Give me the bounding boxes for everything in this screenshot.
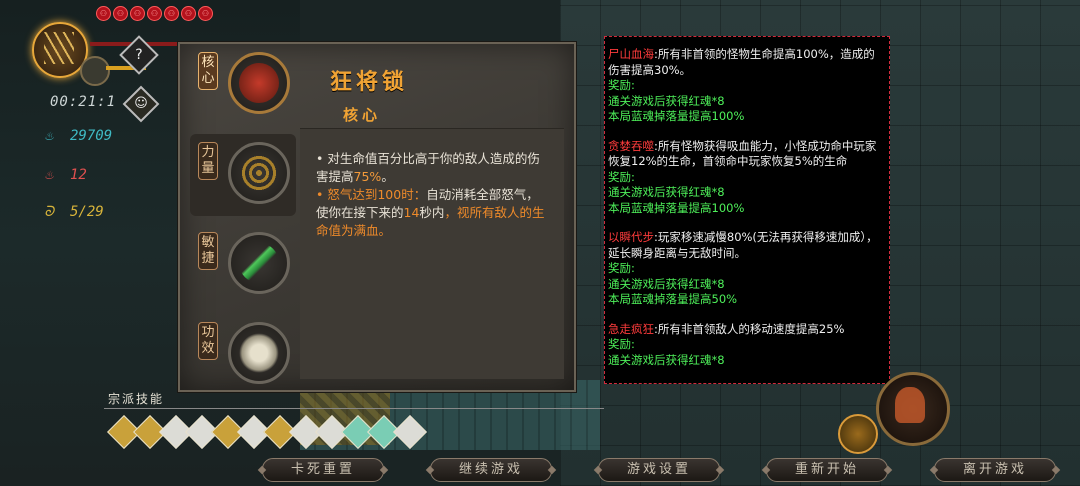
sect-skills-label: 宗派技能 <box>108 392 165 406</box>
person-icon: ☺ <box>134 96 148 111</box>
tab-label: 力量 <box>198 142 218 180</box>
desc-highlight: 14 <box>403 205 420 220</box>
stat-value: 29709 <box>70 128 113 144</box>
companion-avatar <box>80 56 110 86</box>
skull-mask-icon <box>228 52 290 114</box>
modifier-name: 尸山血海 <box>608 47 654 61</box>
heart-icon: ⚇ <box>164 6 179 21</box>
modifier-list: 尸山血海:所有非首领的怪物生命提高100%，造成的伤害提高30%。 奖励: 通关… <box>608 47 886 368</box>
skill-gem-icon[interactable] <box>393 415 427 449</box>
reward-label: 奖励: <box>608 337 635 351</box>
modifier-block: 急走疯狂:所有非首领敌人的移动速度提高25% 奖励: 通关游戏后获得红魂*8 <box>608 322 886 369</box>
health-hearts: ⚇ ⚇ ⚇ ⚇ ⚇ ⚇ ⚇ <box>96 6 213 21</box>
stat-blue-soul: ♨ 29709 <box>42 128 112 144</box>
modifier-block: 贪婪吞噬:所有怪物获得吸血能力，小怪成功命中玩家恢复12%的生命，首领命中玩家恢… <box>608 139 886 217</box>
stat-value: 12 <box>70 167 87 183</box>
stat-value: 5/29 <box>70 204 104 220</box>
leave-game-button[interactable]: 离开游戏 <box>934 458 1056 482</box>
game-timer: 00:21:1 <box>50 94 117 110</box>
reward-item: 通关游戏后获得红魂*8 <box>608 93 725 108</box>
stat-gold-spirit: ᘐ 5/29 <box>42 204 104 220</box>
reward-item: 本局蓝魂掉落量提高50% <box>608 292 738 306</box>
heart-icon: ⚇ <box>130 6 145 21</box>
tab-label: 敏捷 <box>198 232 218 270</box>
desc-bullet: • <box>316 187 328 202</box>
soul-orb-icon <box>838 414 878 454</box>
restart-button[interactable]: 重新开始 <box>766 458 888 482</box>
reward-label: 奖励: <box>608 261 635 275</box>
modifier-name: 贪婪吞噬 <box>608 138 654 153</box>
bone-scroll-icon <box>228 322 290 384</box>
question-icon: ? <box>135 47 143 63</box>
tab-agility[interactable]: 敏捷 <box>190 224 296 306</box>
modifier-text: :所有非首领敌人的移动速度提高25% <box>654 321 845 336</box>
tab-efficacy[interactable]: 功效 <box>190 314 296 396</box>
reward-item: 本局蓝魂掉落量提高100% <box>608 200 745 215</box>
heart-icon: ⚇ <box>96 6 111 21</box>
heart-icon: ⚇ <box>113 6 128 21</box>
skill-category: 核心 <box>343 106 382 124</box>
reward-item: 本局蓝魂掉落量提高100% <box>608 109 745 123</box>
modifier-name: 以瞬代步 <box>608 230 654 244</box>
modifier-block: 以瞬代步:玩家移速减慢80%(无法再获得移速加成），延长瞬身距离与无敌时间。 奖… <box>608 230 886 308</box>
reward-label: 奖励: <box>608 78 635 92</box>
boss-emblem-icon <box>876 372 950 446</box>
reward-item: 通关游戏后获得红魂*8 <box>608 185 725 199</box>
reset-stuck-button[interactable]: 卡死重置 <box>262 458 384 482</box>
tab-label: 功效 <box>198 322 218 360</box>
skill-description: • 对生命值百分比高于你的敌人造成的伤害提高75%。 • 怒气达到100时：自动… <box>316 150 548 240</box>
reward-label: 奖励: <box>608 169 635 184</box>
divider <box>104 408 604 409</box>
heart-icon: ⚇ <box>181 6 196 21</box>
green-blade-icon <box>228 232 290 294</box>
chain-icon <box>228 142 290 204</box>
stat-red-soul: ♨ 12 <box>42 167 87 183</box>
desc-text: 。 <box>381 169 394 184</box>
desc-text: • 对生命值百分比高于你的敌人造成的伤害提高 <box>316 151 540 184</box>
modifier-block: 尸山血海:所有非首领的怪物生命提高100%，造成的伤害提高30%。 奖励: 通关… <box>608 47 886 125</box>
skill-title: 狂将锁 <box>330 70 409 95</box>
reward-item: 通关游戏后获得红魂*8 <box>608 352 725 367</box>
blue-flame-icon: ♨ <box>44 128 54 144</box>
desc-highlight: 怒气达到100时： <box>327 187 427 202</box>
desc-highlight: 75% <box>353 169 382 184</box>
heart-icon: ⚇ <box>198 6 213 21</box>
tab-label: 核心 <box>198 52 218 90</box>
heart-icon: ⚇ <box>147 6 162 21</box>
tab-strength[interactable]: 力量 <box>190 134 296 216</box>
game-settings-button[interactable]: 游戏设置 <box>598 458 720 482</box>
modifier-name: 急走疯狂 <box>608 321 654 336</box>
reward-item: 通关游戏后获得红魂*8 <box>608 276 725 291</box>
continue-game-button[interactable]: 继续游戏 <box>430 458 552 482</box>
pause-menu-buttons: 卡死重置 继续游戏 游戏设置 重新开始 离开游戏 <box>0 456 1080 486</box>
red-flame-icon: ♨ <box>44 167 54 183</box>
gold-spirit-icon: ᘐ <box>44 204 54 220</box>
sect-skill-list <box>107 415 427 449</box>
desc-text: 秒内 <box>419 205 445 220</box>
tab-core[interactable]: 核心 <box>190 44 296 126</box>
